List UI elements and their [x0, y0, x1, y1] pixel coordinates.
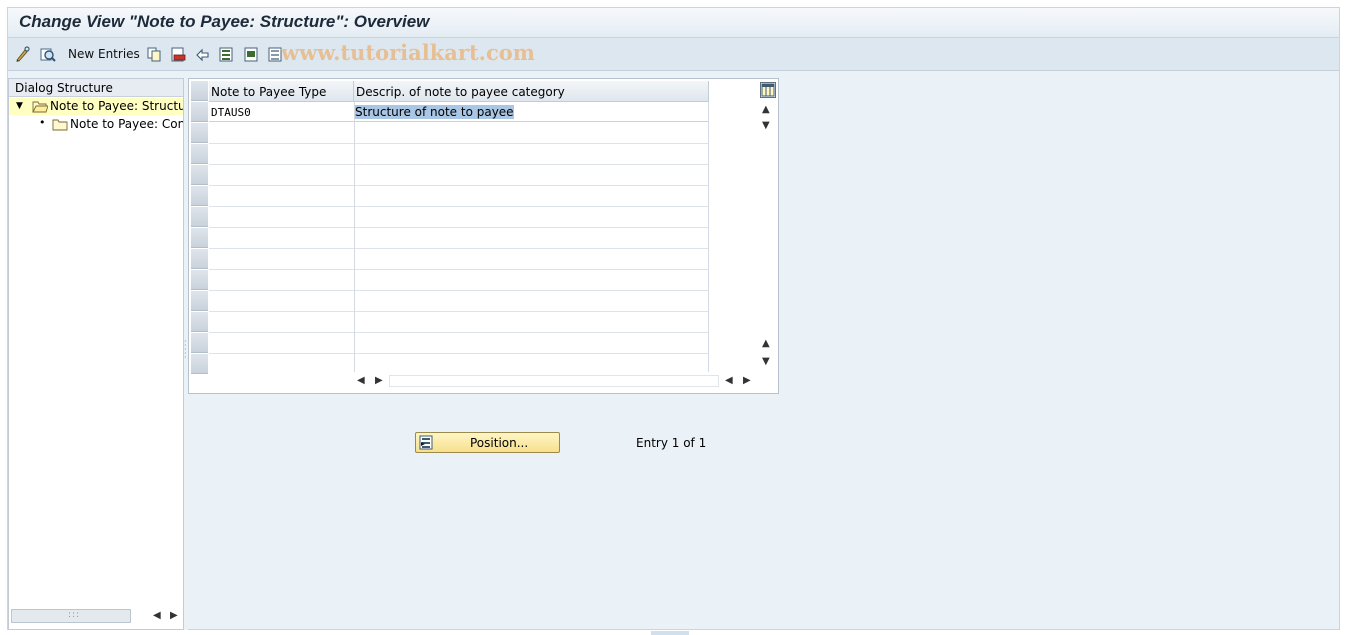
bullet-icon: •: [39, 116, 46, 129]
delete-icon[interactable]: [170, 46, 187, 63]
tree-item-label: Note to Payee: Structur: [50, 99, 183, 113]
grid-line: [209, 143, 708, 144]
row-selector[interactable]: [191, 102, 208, 122]
details-icon[interactable]: [39, 46, 56, 63]
dialog-structure-title: Dialog Structure: [15, 81, 113, 95]
dialog-horizontal-scrollbar[interactable]: :::: [11, 609, 131, 623]
row-selector[interactable]: [191, 270, 208, 290]
row-selector[interactable]: [191, 312, 208, 332]
column-divider: [354, 102, 355, 372]
table-horizontal-scrollbar[interactable]: ◀ ▶ ◀ ▶: [349, 374, 751, 390]
grid-line: [209, 290, 708, 291]
folder-icon: [52, 119, 68, 131]
scroll-left-icon[interactable]: ◀: [357, 375, 365, 386]
grid-line: [209, 227, 708, 228]
column-divider: [708, 102, 709, 372]
grid-line: [209, 269, 708, 270]
scroll-track[interactable]: [389, 375, 719, 387]
copy-icon[interactable]: [146, 46, 163, 63]
grid-line: [209, 311, 708, 312]
scroll-down-icon[interactable]: ▼: [762, 120, 770, 131]
column-header-label: Note to Payee Type: [211, 85, 327, 99]
column-settings-icon: [761, 83, 775, 97]
title-bar: Change View "Note to Payee: Structure": …: [8, 8, 1339, 38]
grid-line: [209, 353, 708, 354]
row-selector[interactable]: [191, 207, 208, 227]
table-settings-button[interactable]: [760, 82, 776, 98]
entry-counter: Entry 1 of 1: [636, 436, 707, 450]
column-header-type[interactable]: Note to Payee Type: [209, 81, 354, 102]
row-selector[interactable]: [191, 249, 208, 269]
dialog-structure-panel: Dialog Structure ▼ Note to Payee: Struct…: [8, 78, 184, 630]
scroll-up-icon[interactable]: ▲: [762, 104, 770, 115]
expand-arrow-icon[interactable]: ▼: [16, 101, 23, 111]
row-selector[interactable]: [191, 228, 208, 248]
status-bar-handle[interactable]: [651, 631, 689, 635]
open-folder-icon: [32, 101, 48, 113]
tree-item-structure[interactable]: ▼ Note to Payee: Structur: [9, 98, 183, 115]
position-icon: [419, 435, 433, 450]
page-title: Change View "Note to Payee: Structure": …: [19, 12, 430, 31]
row-selector[interactable]: [191, 333, 208, 353]
grid-line: [209, 332, 708, 333]
scroll-page-up-icon[interactable]: ▲: [762, 338, 770, 349]
scroll-left-icon[interactable]: ◀: [153, 610, 161, 621]
column-header-label: Descrip. of note to payee category: [356, 85, 565, 99]
scroll-right-icon[interactable]: ▶: [375, 375, 383, 386]
scroll-grip-icon: :::: [68, 610, 81, 620]
dialog-structure-header: Dialog Structure: [9, 79, 183, 97]
scroll-right-icon[interactable]: ▶: [170, 610, 178, 621]
tree-item-label: Note to Payee: Cont: [70, 117, 183, 131]
cell-note-type[interactable]: DTAUS0: [211, 106, 251, 119]
grid-line: [209, 248, 708, 249]
position-button[interactable]: Position...: [415, 432, 560, 453]
row-selector[interactable]: [191, 354, 208, 374]
select-all-icon[interactable]: [218, 46, 235, 63]
scroll-right-icon[interactable]: ▶: [743, 375, 751, 386]
position-button-label: Position...: [470, 436, 529, 450]
grid-line: [209, 185, 708, 186]
display-change-icon[interactable]: [15, 46, 32, 63]
select-block-icon[interactable]: [243, 46, 260, 63]
table-vertical-scrollbar[interactable]: ▲ ▼ ▲ ▼: [759, 102, 775, 372]
grid-line: [209, 206, 708, 207]
row-selector[interactable]: [191, 123, 208, 143]
splitter-grip-icon: · · · · ·: [184, 337, 187, 362]
cell-description-text: Structure of note to payee: [355, 105, 514, 119]
row-selector-column: [191, 81, 209, 374]
application-toolbar: New Entries www.tutorialkart.com: [8, 38, 1339, 71]
table-control: Note to Payee Type Descrip. of note to p…: [188, 78, 779, 394]
scroll-page-down-icon[interactable]: ▼: [762, 356, 770, 367]
new-entries-button[interactable]: New Entries: [68, 47, 140, 61]
sap-window: Change View "Note to Payee: Structure": …: [7, 7, 1340, 630]
scroll-left-icon[interactable]: ◀: [725, 375, 733, 386]
row-selector[interactable]: [191, 291, 208, 311]
cell-description[interactable]: Structure of note to payee: [355, 105, 514, 119]
row-selector[interactable]: [191, 165, 208, 185]
row-selector[interactable]: [191, 144, 208, 164]
grid-line: [209, 164, 708, 165]
select-all-rows-button[interactable]: [191, 81, 208, 101]
column-header-description[interactable]: Descrip. of note to payee category: [354, 81, 709, 102]
row-selector[interactable]: [191, 186, 208, 206]
undo-icon[interactable]: [194, 46, 211, 63]
watermark: www.tutorialkart.com: [281, 40, 535, 65]
tree-item-content[interactable]: • Note to Payee: Cont: [9, 116, 183, 133]
